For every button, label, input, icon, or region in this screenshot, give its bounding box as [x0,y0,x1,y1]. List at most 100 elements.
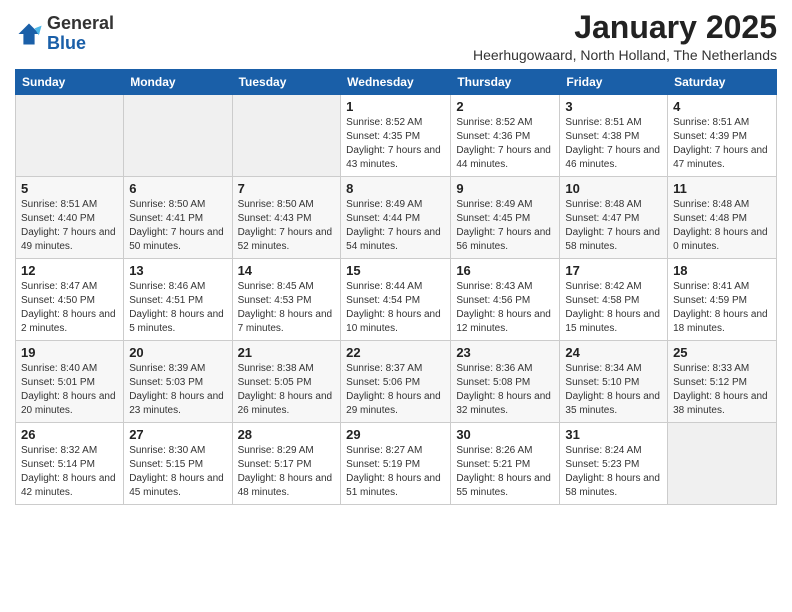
calendar-week-3: 12 Sunrise: 8:47 AMSunset: 4:50 PMDayligh… [16,259,777,341]
calendar-cell: 6 Sunrise: 8:50 AMSunset: 4:41 PMDaylight… [124,177,232,259]
calendar-cell: 18 Sunrise: 8:41 AMSunset: 4:59 PMDayligh… [668,259,777,341]
day-info: Sunrise: 8:51 AMSunset: 4:39 PMDaylight:… [673,116,771,172]
calendar-cell: 9 Sunrise: 8:49 AMSunset: 4:45 PMDaylight… [451,177,560,259]
day-info: Sunrise: 8:27 AMSunset: 5:19 PMDaylight:… [346,444,445,500]
header-thursday: Thursday [451,70,560,95]
day-info: Sunrise: 8:39 AMSunset: 5:03 PMDaylight:… [129,362,226,418]
calendar-cell: 11Sunrise: 8:48 AMSunset: 4:48 PMDayligh… [668,177,777,259]
day-number: 5 [21,181,118,196]
header-friday: Friday [560,70,668,95]
calendar-cell: 12 Sunrise: 8:47 AMSunset: 4:50 PMDayligh… [16,259,124,341]
month-title: January 2025 [473,10,777,45]
calendar-cell: 29 Sunrise: 8:27 AMSunset: 5:19 PMDayligh… [341,423,451,505]
calendar-cell: 28 Sunrise: 8:29 AMSunset: 5:17 PMDayligh… [232,423,341,505]
calendar-cell: 17 Sunrise: 8:42 AMSunset: 4:58 PMDayligh… [560,259,668,341]
calendar-cell: 1Sunrise: 8:52 AMSunset: 4:35 PMDaylight… [341,95,451,177]
day-info: Sunrise: 8:33 AMSunset: 5:12 PMDaylight:… [673,362,771,418]
day-info: Sunrise: 8:30 AMSunset: 5:15 PMDaylight:… [129,444,226,500]
calendar-cell: 24 Sunrise: 8:34 AMSunset: 5:10 PMDayligh… [560,341,668,423]
day-info: Sunrise: 8:37 AMSunset: 5:06 PMDaylight:… [346,362,445,418]
day-number: 24 [565,345,662,360]
day-number: 20 [129,345,226,360]
day-number: 7 [238,181,336,196]
day-info: Sunrise: 8:29 AMSunset: 5:17 PMDaylight:… [238,444,336,500]
header: General Blue January 2025 Heerhugowaard,… [15,10,777,63]
day-number: 1 [346,99,445,114]
header-tuesday: Tuesday [232,70,341,95]
calendar-week-2: 5Sunrise: 8:51 AMSunset: 4:40 PMDaylight… [16,177,777,259]
logo-icon [15,20,43,48]
day-info: Sunrise: 8:44 AMSunset: 4:54 PMDaylight:… [346,280,445,336]
day-info: Sunrise: 8:38 AMSunset: 5:05 PMDaylight:… [238,362,336,418]
day-info: Sunrise: 8:47 AMSunset: 4:50 PMDaylight:… [21,280,118,336]
day-number: 28 [238,427,336,442]
day-info: Sunrise: 8:42 AMSunset: 4:58 PMDaylight:… [565,280,662,336]
day-number: 17 [565,263,662,278]
calendar-cell: 26Sunrise: 8:32 AMSunset: 5:14 PMDayligh… [16,423,124,505]
day-number: 2 [456,99,554,114]
calendar-cell: 14 Sunrise: 8:45 AMSunset: 4:53 PMDayligh… [232,259,341,341]
day-info: Sunrise: 8:50 AMSunset: 4:43 PMDaylight:… [238,198,336,254]
title-section: January 2025 Heerhugowaard, North Hollan… [473,10,777,63]
calendar-cell: 27Sunrise: 8:30 AMSunset: 5:15 PMDayligh… [124,423,232,505]
page-container: General Blue January 2025 Heerhugowaard,… [0,0,792,520]
calendar-cell [668,423,777,505]
day-info: Sunrise: 8:50 AMSunset: 4:41 PMDaylight:… [129,198,226,254]
day-info: Sunrise: 8:46 AMSunset: 4:51 PMDaylight:… [129,280,226,336]
day-info: Sunrise: 8:48 AMSunset: 4:48 PMDaylight:… [673,198,771,254]
calendar-cell: 4Sunrise: 8:51 AMSunset: 4:39 PMDaylight… [668,95,777,177]
calendar-cell: 2 Sunrise: 8:52 AMSunset: 4:36 PMDaylight… [451,95,560,177]
calendar-cell: 22 Sunrise: 8:37 AMSunset: 5:06 PMDayligh… [341,341,451,423]
calendar-cell: 21Sunrise: 8:38 AMSunset: 5:05 PMDayligh… [232,341,341,423]
day-number: 29 [346,427,445,442]
day-number: 6 [129,181,226,196]
day-number: 12 [21,263,118,278]
day-info: Sunrise: 8:51 AMSunset: 4:38 PMDaylight:… [565,116,662,172]
day-info: Sunrise: 8:43 AMSunset: 4:56 PMDaylight:… [456,280,554,336]
header-sunday: Sunday [16,70,124,95]
calendar-cell: 7 Sunrise: 8:50 AMSunset: 4:43 PMDaylight… [232,177,341,259]
day-number: 16 [456,263,554,278]
day-info: Sunrise: 8:41 AMSunset: 4:59 PMDaylight:… [673,280,771,336]
calendar-cell: 31Sunrise: 8:24 AMSunset: 5:23 PMDayligh… [560,423,668,505]
calendar-cell: 5Sunrise: 8:51 AMSunset: 4:40 PMDaylight… [16,177,124,259]
calendar-header-row: Sunday Monday Tuesday Wednesday Thursday… [16,70,777,95]
day-info: Sunrise: 8:40 AMSunset: 5:01 PMDaylight:… [21,362,118,418]
calendar-cell: 30Sunrise: 8:26 AMSunset: 5:21 PMDayligh… [451,423,560,505]
calendar-cell: 15Sunrise: 8:44 AMSunset: 4:54 PMDayligh… [341,259,451,341]
day-number: 30 [456,427,554,442]
day-info: Sunrise: 8:24 AMSunset: 5:23 PMDaylight:… [565,444,662,500]
calendar-cell: 20 Sunrise: 8:39 AMSunset: 5:03 PMDayligh… [124,341,232,423]
day-number: 9 [456,181,554,196]
logo-blue-text: Blue [47,34,114,54]
day-number: 25 [673,345,771,360]
calendar-cell: 3 Sunrise: 8:51 AMSunset: 4:38 PMDaylight… [560,95,668,177]
calendar-cell: 13Sunrise: 8:46 AMSunset: 4:51 PMDayligh… [124,259,232,341]
day-info: Sunrise: 8:49 AMSunset: 4:45 PMDaylight:… [456,198,554,254]
calendar-cell [232,95,341,177]
header-saturday: Saturday [668,70,777,95]
calendar-cell: 25 Sunrise: 8:33 AMSunset: 5:12 PMDayligh… [668,341,777,423]
calendar-cell: 8Sunrise: 8:49 AMSunset: 4:44 PMDaylight… [341,177,451,259]
day-info: Sunrise: 8:36 AMSunset: 5:08 PMDaylight:… [456,362,554,418]
day-number: 14 [238,263,336,278]
calendar-cell [16,95,124,177]
day-number: 10 [565,181,662,196]
day-info: Sunrise: 8:34 AMSunset: 5:10 PMDaylight:… [565,362,662,418]
logo: General Blue [15,14,114,54]
header-monday: Monday [124,70,232,95]
header-wednesday: Wednesday [341,70,451,95]
calendar-cell: 23Sunrise: 8:36 AMSunset: 5:08 PMDayligh… [451,341,560,423]
day-number: 19 [21,345,118,360]
day-number: 3 [565,99,662,114]
day-info: Sunrise: 8:45 AMSunset: 4:53 PMDaylight:… [238,280,336,336]
day-number: 22 [346,345,445,360]
day-number: 18 [673,263,771,278]
day-info: Sunrise: 8:48 AMSunset: 4:47 PMDaylight:… [565,198,662,254]
day-info: Sunrise: 8:49 AMSunset: 4:44 PMDaylight:… [346,198,445,254]
calendar-week-1: 1Sunrise: 8:52 AMSunset: 4:35 PMDaylight… [16,95,777,177]
logo-general-text: General [47,14,114,34]
calendar-cell: 16 Sunrise: 8:43 AMSunset: 4:56 PMDayligh… [451,259,560,341]
day-info: Sunrise: 8:52 AMSunset: 4:36 PMDaylight:… [456,116,554,172]
logo-text: General Blue [47,14,114,54]
